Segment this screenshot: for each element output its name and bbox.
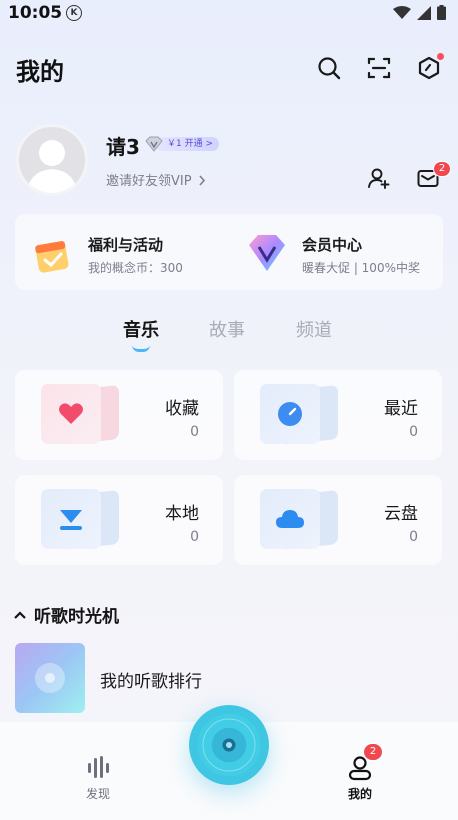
clock-icon — [278, 402, 302, 426]
calendar-gift-icon — [33, 234, 73, 274]
recent-card[interactable]: 最近 0 — [234, 370, 442, 460]
local-title: 本地 — [165, 504, 199, 524]
listening-rank-cover[interactable] — [15, 643, 85, 713]
wifi-icon — [393, 5, 411, 19]
nav-mine-badge: 2 — [363, 743, 383, 761]
status-icons — [393, 5, 446, 20]
nav-discover-label: 发现 — [85, 787, 110, 801]
messages-button[interactable]: 2 — [416, 161, 451, 192]
default-avatar-icon — [27, 140, 77, 193]
chevron-right-icon — [199, 175, 205, 186]
active-tab-indicator — [132, 345, 150, 352]
download-icon — [60, 510, 82, 530]
local-card[interactable]: 本地 0 — [15, 475, 223, 565]
nav-mine[interactable]: 我的 2 — [344, 743, 383, 802]
chevron-up-icon — [14, 610, 26, 619]
time-machine-title: 听歌时光机 — [34, 607, 119, 627]
recent-count: 0 — [409, 424, 418, 440]
search-icon — [318, 57, 341, 80]
recent-title: 最近 — [384, 399, 418, 419]
cloud-card[interactable]: 云盘 0 — [234, 475, 442, 565]
cloud-icon — [276, 510, 304, 528]
status-time: 10:05 — [8, 3, 63, 23]
favorites-count: 0 — [190, 424, 199, 440]
notification-dot — [437, 53, 444, 60]
cloud-title: 云盘 — [384, 504, 418, 524]
listening-rank-title[interactable]: 我的听歌排行 — [100, 667, 202, 692]
member-center-link[interactable]: 会员中心 暖春大促 | 100%中奖 — [302, 234, 420, 276]
page-title: 我的 — [16, 58, 64, 86]
favorites-art — [41, 384, 119, 446]
local-art — [41, 489, 119, 551]
k-app-icon: K — [66, 5, 82, 21]
mail-badge: 2 — [433, 161, 451, 177]
now-playing-disc[interactable] — [189, 705, 269, 785]
member-center-title: 会员中心 — [302, 236, 363, 254]
search-button[interactable] — [316, 55, 342, 81]
nav-mine-label: 我的 — [347, 787, 372, 801]
favorites-title: 收藏 — [165, 399, 199, 419]
invite-text: 邀请好友领VIP — [106, 174, 192, 189]
favorites-card[interactable]: 收藏 0 — [15, 370, 223, 460]
tab-music[interactable]: 音乐 — [123, 316, 159, 342]
add-user-icon — [368, 168, 390, 189]
equalizer-icon — [88, 756, 109, 778]
heart-icon — [59, 403, 83, 424]
add-friend-button[interactable] — [367, 166, 393, 192]
vip-gem-icon — [245, 232, 289, 274]
cloud-art — [260, 489, 338, 551]
vip-badge[interactable]: ￥1 开通 > — [145, 136, 219, 152]
avatar[interactable] — [16, 124, 88, 196]
scan-button[interactable] — [366, 55, 392, 81]
promo-activity-link[interactable]: 福利与活动 我的概念币：300 — [88, 234, 183, 276]
signal-icon — [417, 5, 431, 20]
vip-open-label: ￥1 开通 > — [155, 137, 219, 151]
tab-channels[interactable]: 频道 — [296, 316, 332, 342]
time-machine-header[interactable]: 听歌时光机 — [14, 602, 119, 627]
member-center-subtitle: 暖春大促 | 100%中奖 — [302, 261, 420, 275]
battery-icon — [437, 5, 446, 20]
local-count: 0 — [190, 529, 199, 545]
cloud-count: 0 — [409, 529, 418, 545]
vinyl-disc-icon — [202, 718, 256, 772]
username[interactable]: 请3 — [106, 131, 140, 160]
scan-icon — [367, 57, 391, 79]
hexagon-settings-icon — [418, 56, 440, 80]
invite-friends-link[interactable]: 邀请好友领VIP — [106, 170, 206, 189]
settings-button[interactable] — [416, 53, 444, 81]
promo-card: 福利与活动 我的概念币：300 会员中心 暖春大促 | 100%中奖 — [15, 214, 443, 290]
disc-icon — [35, 663, 65, 693]
vip-diamond-icon — [145, 136, 163, 152]
recent-art — [260, 384, 338, 446]
promo-activity-subtitle: 我的概念币：300 — [88, 261, 183, 275]
nav-discover[interactable]: 发现 — [84, 755, 114, 802]
promo-activity-title: 福利与活动 — [88, 236, 164, 254]
tab-stories[interactable]: 故事 — [209, 316, 245, 342]
